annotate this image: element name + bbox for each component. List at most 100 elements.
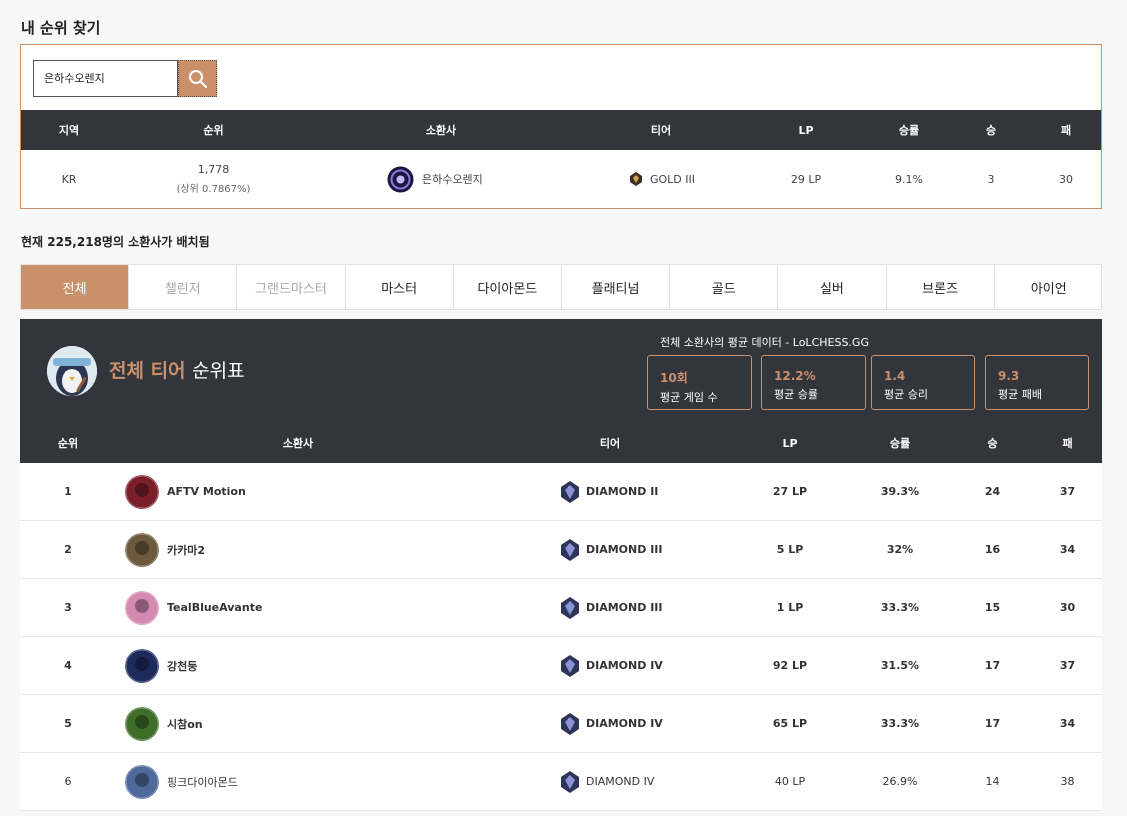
- leaderboard-title-accent: 전체 티어: [109, 360, 186, 382]
- table-row[interactable]: 6 핑크다이아몬드 DIAMOND IV 40 LP 26.9% 14 38: [20, 753, 1102, 811]
- summoner-avatar: [387, 166, 414, 192]
- rank: 3: [64, 601, 72, 614]
- summoner-avatar: [125, 474, 159, 509]
- rank-value: 1,778: [197, 163, 230, 176]
- summoner-cell[interactable]: 핑크다이아몬드: [125, 753, 238, 810]
- tab-bronze[interactable]: 브론즈: [887, 265, 995, 309]
- tier-label: GOLD III: [650, 172, 696, 186]
- table-row[interactable]: 2 카카마2 DIAMOND III 5 LP 32% 16 34: [20, 521, 1102, 579]
- col-region: 지역: [58, 124, 80, 137]
- tab-all[interactable]: 전체: [21, 265, 130, 309]
- leaderboard-title-rest: 순위표: [192, 360, 245, 382]
- summoner-cell[interactable]: TealBlueAvante: [125, 579, 262, 636]
- col-lp: LP: [782, 436, 798, 450]
- tier-cell: DIAMOND IV: [560, 695, 663, 752]
- rank: 6: [64, 775, 72, 788]
- tier-cell: DIAMOND III: [560, 579, 662, 636]
- summoner-avatar: [125, 590, 159, 625]
- stat-wins: 1.4 평균 승리: [871, 355, 975, 410]
- wins: 15: [984, 601, 1001, 614]
- search-icon: [188, 69, 207, 88]
- tier-label: DIAMOND II: [586, 485, 659, 498]
- summoner-name: 핑크다이아몬드: [167, 775, 238, 789]
- summoner-avatar: [125, 648, 159, 683]
- rank: 4: [64, 659, 72, 672]
- winrate: 32%: [886, 543, 914, 556]
- summoner-cell[interactable]: 카카마2: [125, 521, 205, 578]
- tab-platinum[interactable]: 플래티넘: [562, 265, 671, 309]
- col-winrate: 승률: [889, 437, 911, 450]
- rank: 5: [64, 717, 72, 730]
- tier-tabs: 전체 챌린저 그랜드마스터 마스터 다이아몬드 플래티넘 골드 실버 브론즈 아…: [20, 264, 1102, 310]
- table-row[interactable]: 1 AFTV Motion DIAMOND II 27 LP 39.3% 24 37: [20, 463, 1102, 521]
- my-rank-title: 내 순위 찾기: [21, 19, 101, 37]
- diamond-emblem-icon: [561, 596, 579, 619]
- tier-label: DIAMOND IV: [586, 717, 663, 730]
- col-wins: 승: [987, 437, 998, 450]
- leaderboard-header: 전체 티어 순위표 전체 소환사의 평균 데이터 - LoLCHESS.GG 1…: [20, 319, 1102, 423]
- lp: 29 LP: [790, 172, 822, 186]
- col-losses: 패: [1062, 437, 1073, 450]
- search-button[interactable]: [178, 60, 217, 97]
- summoner-name: 강천둥: [167, 659, 198, 673]
- tier-label: DIAMOND III: [586, 543, 663, 556]
- table-row[interactable]: 3 TealBlueAvante DIAMOND III 1 LP 33.3% 15 30: [20, 579, 1102, 637]
- my-rank-panel: 은하수오렌지 지역 순위 소환사 티어 LP 승률 승 패 KR 1,778 (…: [20, 44, 1102, 209]
- diamond-emblem-icon: [561, 538, 579, 561]
- losses: 34: [1059, 717, 1076, 730]
- stat-value: 10회: [660, 371, 688, 385]
- tab-master[interactable]: 마스터: [346, 265, 454, 309]
- summoner-avatar: [125, 764, 159, 799]
- col-rank: 순위: [57, 437, 79, 450]
- tier-cell: DIAMOND III: [560, 521, 662, 578]
- rank-cell: 1,778 (상위 0.7867%): [151, 150, 276, 208]
- lp: 27 LP: [772, 485, 808, 498]
- summoner-cell[interactable]: 강천둥: [125, 637, 197, 694]
- my-rank-row[interactable]: KR 1,778 (상위 0.7867%) 은하수오렌지 GOLD III 29…: [21, 150, 1101, 208]
- losses: 37: [1059, 485, 1076, 498]
- diamond-emblem-icon: [561, 770, 579, 793]
- tab-iron[interactable]: 아이언: [995, 265, 1103, 309]
- stat-label: 평균 패배: [998, 388, 1042, 401]
- stat-winrate: 12.2% 평균 승률: [761, 355, 866, 410]
- diamond-emblem-icon: [561, 480, 579, 503]
- tab-gold[interactable]: 골드: [670, 265, 779, 309]
- my-rank-table-header: 지역 순위 소환사 티어 LP 승률 승 패: [21, 110, 1101, 150]
- summoner-name: AFTV Motion: [167, 485, 246, 498]
- stat-label: 평균 승률: [774, 388, 818, 401]
- table-row[interactable]: 5 시참on DIAMOND IV 65 LP 33.3% 17 34: [20, 695, 1102, 753]
- rank: 1: [64, 485, 72, 498]
- tier-label: DIAMOND IV: [586, 659, 663, 672]
- leaderboard-title: 전체 티어 순위표: [109, 356, 245, 383]
- wins: 17: [984, 717, 1001, 730]
- winrate: 33.3%: [880, 717, 920, 730]
- summoner-cell[interactable]: AFTV Motion: [125, 463, 246, 520]
- winrate: 31.5%: [880, 659, 920, 672]
- wins: 3: [987, 172, 995, 186]
- tab-challenger[interactable]: 챌린저: [129, 265, 238, 309]
- penguin-mascot-icon: [47, 346, 97, 396]
- col-summoner: 소환사: [282, 437, 314, 450]
- summoner-avatar: [125, 706, 159, 741]
- search-input[interactable]: 은하수오렌지: [33, 60, 178, 97]
- summoner-name: 카카마2: [167, 543, 206, 557]
- tier-cell: DIAMOND IV: [560, 637, 663, 694]
- stat-value: 1.4: [884, 369, 906, 383]
- summoner-cell[interactable]: 시참on: [125, 695, 203, 752]
- stat-label: 평균 승리: [884, 388, 928, 401]
- tab-diamond[interactable]: 다이아몬드: [454, 265, 562, 309]
- winrate: 26.9%: [882, 775, 918, 788]
- stat-label: 평균 게임 수: [660, 391, 718, 404]
- table-row[interactable]: 4 강천둥 DIAMOND IV 92 LP 31.5% 17 37: [20, 637, 1102, 695]
- losses: 30: [1059, 601, 1076, 614]
- wins: 17: [984, 659, 1001, 672]
- diamond-emblem-icon: [561, 712, 579, 735]
- summoner-name: 은하수오렌지: [422, 173, 483, 186]
- col-tier: 티어: [650, 124, 672, 137]
- winrate: 39.3%: [880, 485, 920, 498]
- tab-grandmaster[interactable]: 그랜드마스터: [237, 265, 346, 309]
- lp: 5 LP: [776, 543, 804, 556]
- tab-silver[interactable]: 실버: [778, 265, 887, 309]
- lp: 1 LP: [776, 601, 804, 614]
- summoner-cell[interactable]: 은하수오렌지: [387, 150, 547, 208]
